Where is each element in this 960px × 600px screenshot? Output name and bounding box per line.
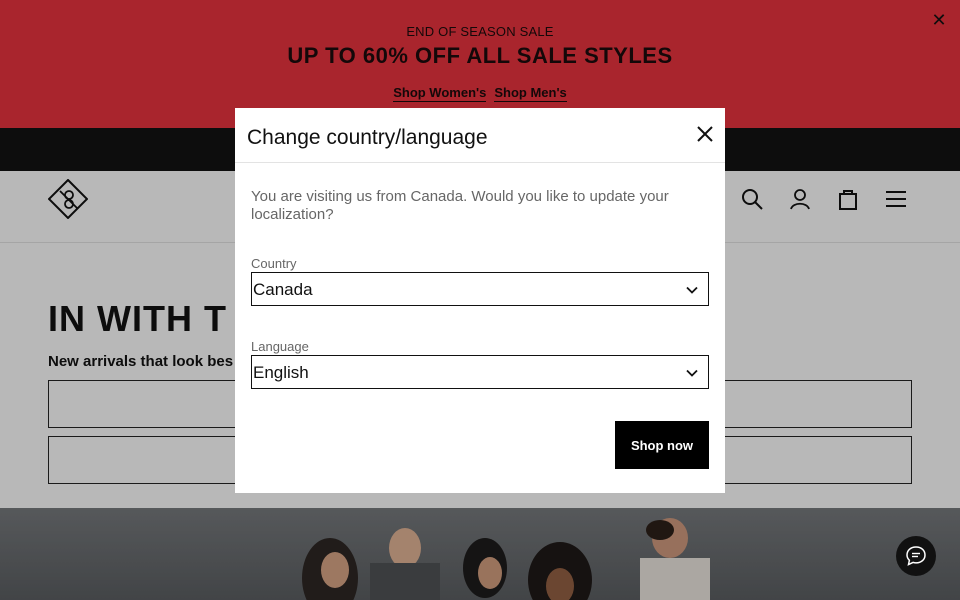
modal-title: Change country/language xyxy=(247,126,488,149)
chevron-down-icon xyxy=(686,369,698,377)
chat-bubble-icon xyxy=(906,546,926,566)
chevron-down-icon xyxy=(686,286,698,294)
country-select[interactable]: Canada xyxy=(251,272,709,306)
language-select[interactable]: English xyxy=(251,355,709,389)
close-icon[interactable] xyxy=(697,126,713,142)
country-value: Canada xyxy=(253,280,313,299)
localization-message: You are visiting us from Canada. Would y… xyxy=(251,188,669,223)
language-label: Language xyxy=(251,339,309,354)
change-country-modal: Change country/language You are visiting… xyxy=(235,108,725,493)
shop-now-button[interactable]: Shop now xyxy=(615,421,709,469)
language-value: English xyxy=(253,363,309,382)
modal-header: Change country/language xyxy=(235,108,725,163)
chat-button[interactable] xyxy=(896,536,936,576)
country-label: Country xyxy=(251,256,297,271)
